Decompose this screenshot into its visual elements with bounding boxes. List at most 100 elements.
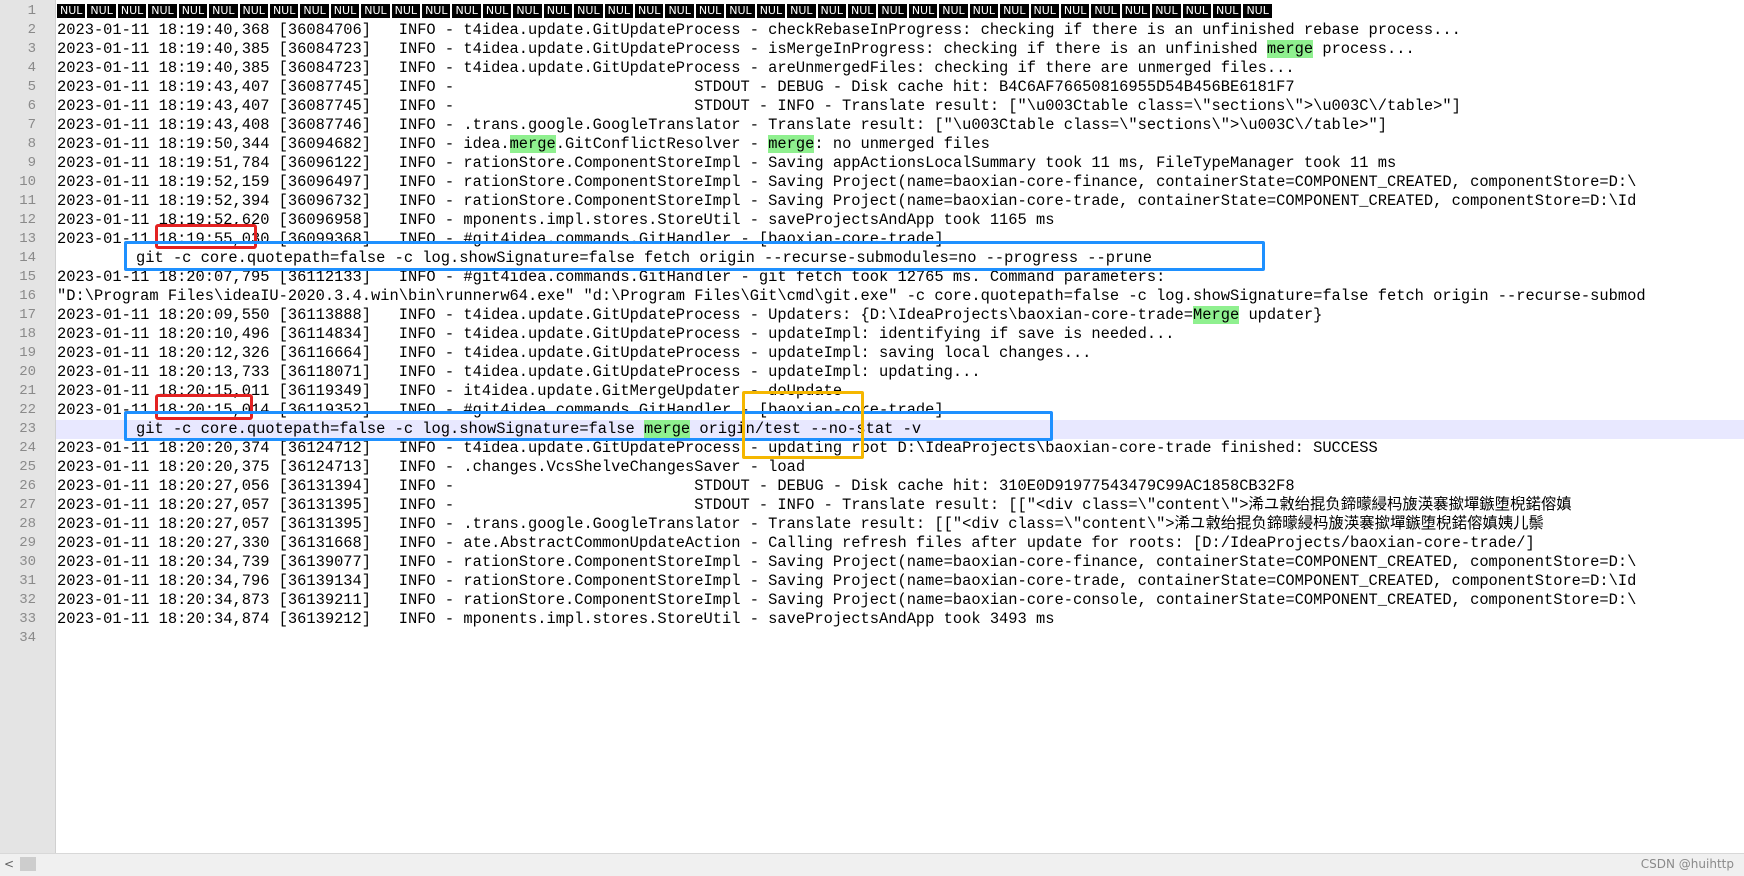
nul-char-badge: NUL (1182, 4, 1212, 18)
nul-char-badge: NUL (330, 4, 360, 18)
log-line[interactable]: 2023-01-11 18:20:34,739 [36139077] INFO … (57, 553, 1636, 572)
scroll-thumb[interactable] (20, 857, 36, 871)
line-number: 3 (27, 41, 36, 57)
line-number: 34 (19, 630, 36, 646)
line-number: 4 (27, 60, 36, 76)
log-line[interactable]: 2023-01-11 18:19:52,159 [36096497] INFO … (57, 173, 1636, 192)
nul-char-badge: NUL (635, 4, 664, 18)
blue-box-merge-command (124, 411, 1053, 441)
line-number: 21 (19, 383, 36, 399)
log-line[interactable]: 2023-01-11 18:19:52,394 [36096732] INFO … (57, 192, 1636, 211)
line-number: 23 (19, 421, 36, 437)
nul-char-badge: NUL (1213, 4, 1242, 18)
log-text: updater} (1239, 306, 1323, 324)
nul-char-badge: NUL (300, 4, 329, 18)
log-line[interactable]: 2023-01-11 18:20:34,874 [36139212] INFO … (57, 610, 1054, 629)
nul-char-badge: NUL (1152, 4, 1181, 18)
log-line[interactable]: 2023-01-11 18:20:27,056 [36131394] INFO … (57, 477, 1295, 496)
nul-char-badge: NUL (361, 4, 390, 18)
line-number: 33 (19, 611, 36, 627)
line-number: 1 (27, 3, 36, 19)
line-number: 31 (19, 573, 36, 589)
log-text: 2023-01-11 18:20:34,874 [36139212] INFO … (57, 610, 1055, 628)
line-number: 32 (19, 592, 36, 608)
log-text: 2023-01-11 18:19:43,407 [36087745] INFO … (57, 97, 1461, 115)
log-text: 2023-01-11 18:20:20,375 [36124713] INFO … (57, 458, 806, 476)
log-line[interactable]: 2023-01-11 18:20:10,496 [36114834] INFO … (57, 325, 1175, 344)
search-highlight: merge (509, 135, 556, 153)
line-number: 6 (27, 98, 36, 114)
log-line[interactable]: 2023-01-11 18:20:34,796 [36139134] INFO … (57, 572, 1636, 591)
log-text: .GitConflictResolver - (555, 135, 769, 153)
search-highlight: merge (1266, 40, 1314, 58)
orange-box-origin-test (742, 391, 864, 459)
log-line[interactable]: 2023-01-11 18:20:13,733 [36118071] INFO … (57, 363, 981, 382)
log-line[interactable]: 2023-01-11 18:20:27,057 [36131395] INFO … (57, 515, 1544, 534)
nul-char-badge: NUL (726, 4, 755, 18)
log-text: 2023-01-11 18:20:27,330 [36131668] INFO … (57, 534, 1535, 552)
log-text: 2023-01-11 18:19:52,394 [36096732] INFO … (57, 192, 1637, 210)
log-text: 2023-01-11 18:20:27,057 [36131395] INFO … (57, 515, 1544, 533)
line-number: 2 (27, 22, 36, 38)
log-editor[interactable]: 1 2 3 4 5 6 7 8 9 10 11 12 13 14 15 16 17 18 19 20 21 22 23 24 2… (0, 0, 1744, 853)
log-line[interactable]: 2023-01-11 18:20:09,550 [36113888] INFO … (57, 306, 1322, 325)
log-line[interactable]: 2023-01-11 18:20:20,375 [36124713] INFO … (57, 458, 805, 477)
log-line[interactable]: 2023-01-11 18:20:27,057 [36131395] INFO … (57, 496, 1572, 515)
nul-char-badge: NUL (908, 4, 938, 18)
nul-char-badge: NUL (665, 4, 694, 18)
log-text: 2023-01-11 18:20:34,739 [36139077] INFO … (57, 553, 1637, 571)
nul-char-badge: NUL (1243, 4, 1272, 18)
nul-char-badge: NUL (695, 4, 725, 18)
nul-char-badge: NUL (817, 4, 846, 18)
log-text: 2023-01-11 18:19:40,368 [36084706] INFO … (57, 21, 1461, 39)
line-number: 30 (19, 554, 36, 570)
line-number: 12 (19, 212, 36, 228)
log-line[interactable]: NUL NUL NUL NUL NUL NUL NUL NUL NUL NUL NUL NUL NUL N… (57, 2, 1274, 21)
log-text: 2023-01-11 18:19:40,385 [36084723] INFO … (57, 40, 1267, 58)
log-line[interactable]: 2023-01-11 18:19:43,407 [36087745] INFO … (57, 78, 1295, 97)
line-number: 20 (19, 364, 36, 380)
log-line[interactable]: "D:\Program Files\ideaIU-2020.3.4.win\bi… (57, 287, 1646, 306)
log-line[interactable]: 2023-01-11 18:20:20,374 [36124712] INFO … (57, 439, 1378, 458)
line-number: 14 (19, 250, 36, 266)
log-line[interactable]: 2023-01-11 18:19:43,407 [36087745] INFO … (57, 97, 1461, 116)
log-line[interactable]: 2023-01-11 18:19:40,368 [36084706] INFO … (57, 21, 1461, 40)
log-line[interactable]: 2023-01-11 18:19:40,385 [36084723] INFO … (57, 59, 1295, 78)
log-line[interactable]: 2023-01-11 18:19:51,784 [36096122] INFO … (57, 154, 1396, 173)
line-number: 13 (19, 231, 36, 247)
line-number: 7 (27, 117, 36, 133)
search-highlight: Merge (1193, 306, 1240, 324)
log-text: "D:\Program Files\ideaIU-2020.3.4.win\bi… (57, 287, 1646, 305)
nul-char-badge: NUL (1091, 4, 1120, 18)
nul-char-badge: NUL (939, 4, 968, 18)
log-line[interactable]: 2023-01-11 18:20:27,330 [36131668] INFO … (57, 534, 1535, 553)
log-line[interactable]: 2023-01-11 18:19:50,344 [36094682] INFO … (57, 135, 990, 154)
log-line[interactable]: 2023-01-11 18:20:34,873 [36139211] INFO … (57, 591, 1636, 610)
line-number: 10 (19, 174, 36, 190)
nul-char-badge: NUL (391, 4, 421, 18)
log-text: 2023-01-11 18:20:27,056 [36131394] INFO … (57, 477, 1295, 495)
log-line[interactable]: 2023-01-11 18:20:12,326 [36116664] INFO … (57, 344, 1091, 363)
line-number: 5 (27, 79, 36, 95)
scroll-left-icon[interactable]: < (2, 856, 16, 872)
blue-box-fetch-command (124, 241, 1265, 271)
nul-char-badge: NUL (756, 4, 786, 18)
nul-char-badge: NUL (1060, 4, 1090, 18)
log-text: : no unmerged files (814, 135, 990, 153)
log-text: 2023-01-11 18:19:52,159 [36096497] INFO … (57, 173, 1637, 191)
watermark: CSDN @huihttp (1640, 857, 1734, 871)
nul-char-badge: NUL (787, 4, 816, 18)
nul-char-badge: NUL (1030, 4, 1059, 18)
line-number: 27 (19, 497, 36, 513)
nul-char-badge: NUL (239, 4, 268, 18)
log-line[interactable]: 2023-01-11 18:19:43,408 [36087746] INFO … (57, 116, 1387, 135)
line-number: 9 (27, 155, 36, 171)
nul-char-badge: NUL (422, 4, 451, 18)
line-number: 15 (19, 269, 36, 285)
line-number: 28 (19, 516, 36, 532)
nul-char-badge: NUL (209, 4, 238, 18)
log-line[interactable]: 2023-01-11 18:19:40,385 [36084723] INFO … (57, 40, 1415, 59)
horizontal-scrollbar[interactable]: < CSDN @huihttp (0, 853, 1744, 876)
line-number: 22 (19, 402, 36, 418)
nul-char-badge: NUL (543, 4, 573, 18)
